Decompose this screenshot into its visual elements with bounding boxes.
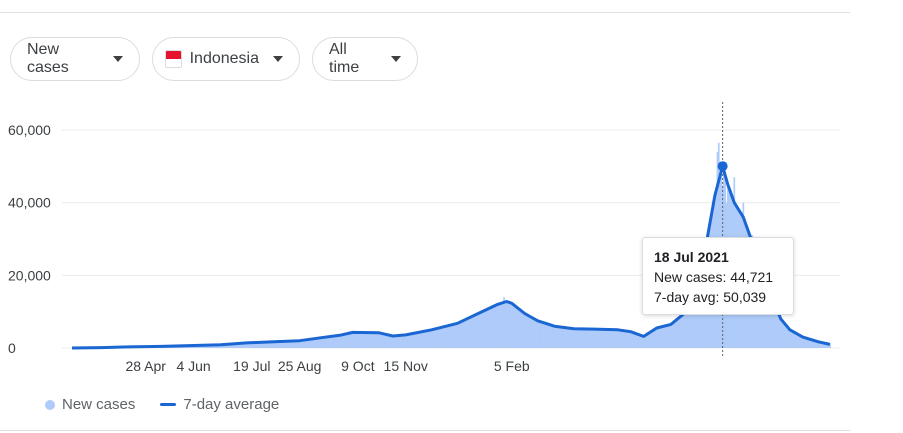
legend-new-cases[interactable]: New cases <box>45 396 135 413</box>
tooltip-average: 7-day avg: 50,039 <box>654 289 767 305</box>
time-range-dropdown-label: All time <box>329 41 360 76</box>
chart-legend: New cases 7-day average <box>45 396 304 413</box>
y-tick-label: 60,000 <box>8 122 51 138</box>
time-range-dropdown[interactable]: All time <box>312 37 418 81</box>
y-tick-label: 0 <box>8 340 16 356</box>
x-tick-label: 9 Oct <box>341 358 375 374</box>
x-tick-label: 28 Apr <box>125 358 166 374</box>
metric-dropdown[interactable]: New cases <box>10 37 140 81</box>
tooltip-date: 18 Jul 2021 <box>654 249 729 265</box>
x-tick-label: 25 Aug <box>278 358 322 374</box>
legend-seven-day-average-label: 7-day average <box>183 396 280 413</box>
tooltip-new-cases: New cases: 44,721 <box>654 269 774 285</box>
data-tooltip: 18 Jul 2021 New cases: 44,721 7-day avg:… <box>642 237 794 315</box>
bottom-divider <box>0 430 850 431</box>
x-tick-label: 19 Jul <box>233 358 270 374</box>
y-tick-label: 40,000 <box>8 195 51 211</box>
highlight-point <box>717 161 728 172</box>
chart-filters: New cases Indonesia All time <box>10 37 418 81</box>
y-axis-labels: 0 20,000 40,000 60,000 <box>8 122 51 356</box>
legend-new-cases-label: New cases <box>62 396 136 413</box>
x-tick-label: 4 Jun <box>176 358 210 374</box>
legend-line-icon <box>160 403 177 406</box>
caret-down-icon <box>391 56 401 62</box>
legend-seven-day-average[interactable]: 7-day average <box>160 396 279 413</box>
caret-down-icon <box>273 56 283 62</box>
country-dropdown[interactable]: Indonesia <box>152 37 300 81</box>
metric-dropdown-label: New cases <box>27 41 69 76</box>
y-tick-label: 20,000 <box>8 267 51 283</box>
country-dropdown-label: Indonesia <box>189 50 259 67</box>
x-tick-label: 15 Nov <box>384 358 428 374</box>
indonesia-flag-icon <box>165 50 182 68</box>
caret-down-icon <box>113 56 123 62</box>
legend-dot-icon <box>45 399 55 410</box>
top-divider <box>0 12 850 13</box>
x-tick-label: 5 Feb <box>494 358 530 374</box>
x-axis-labels: 4 Jun 25 Aug 15 Nov 5 Feb 28 Apr 19 Jul 9 Oct <box>125 358 529 374</box>
